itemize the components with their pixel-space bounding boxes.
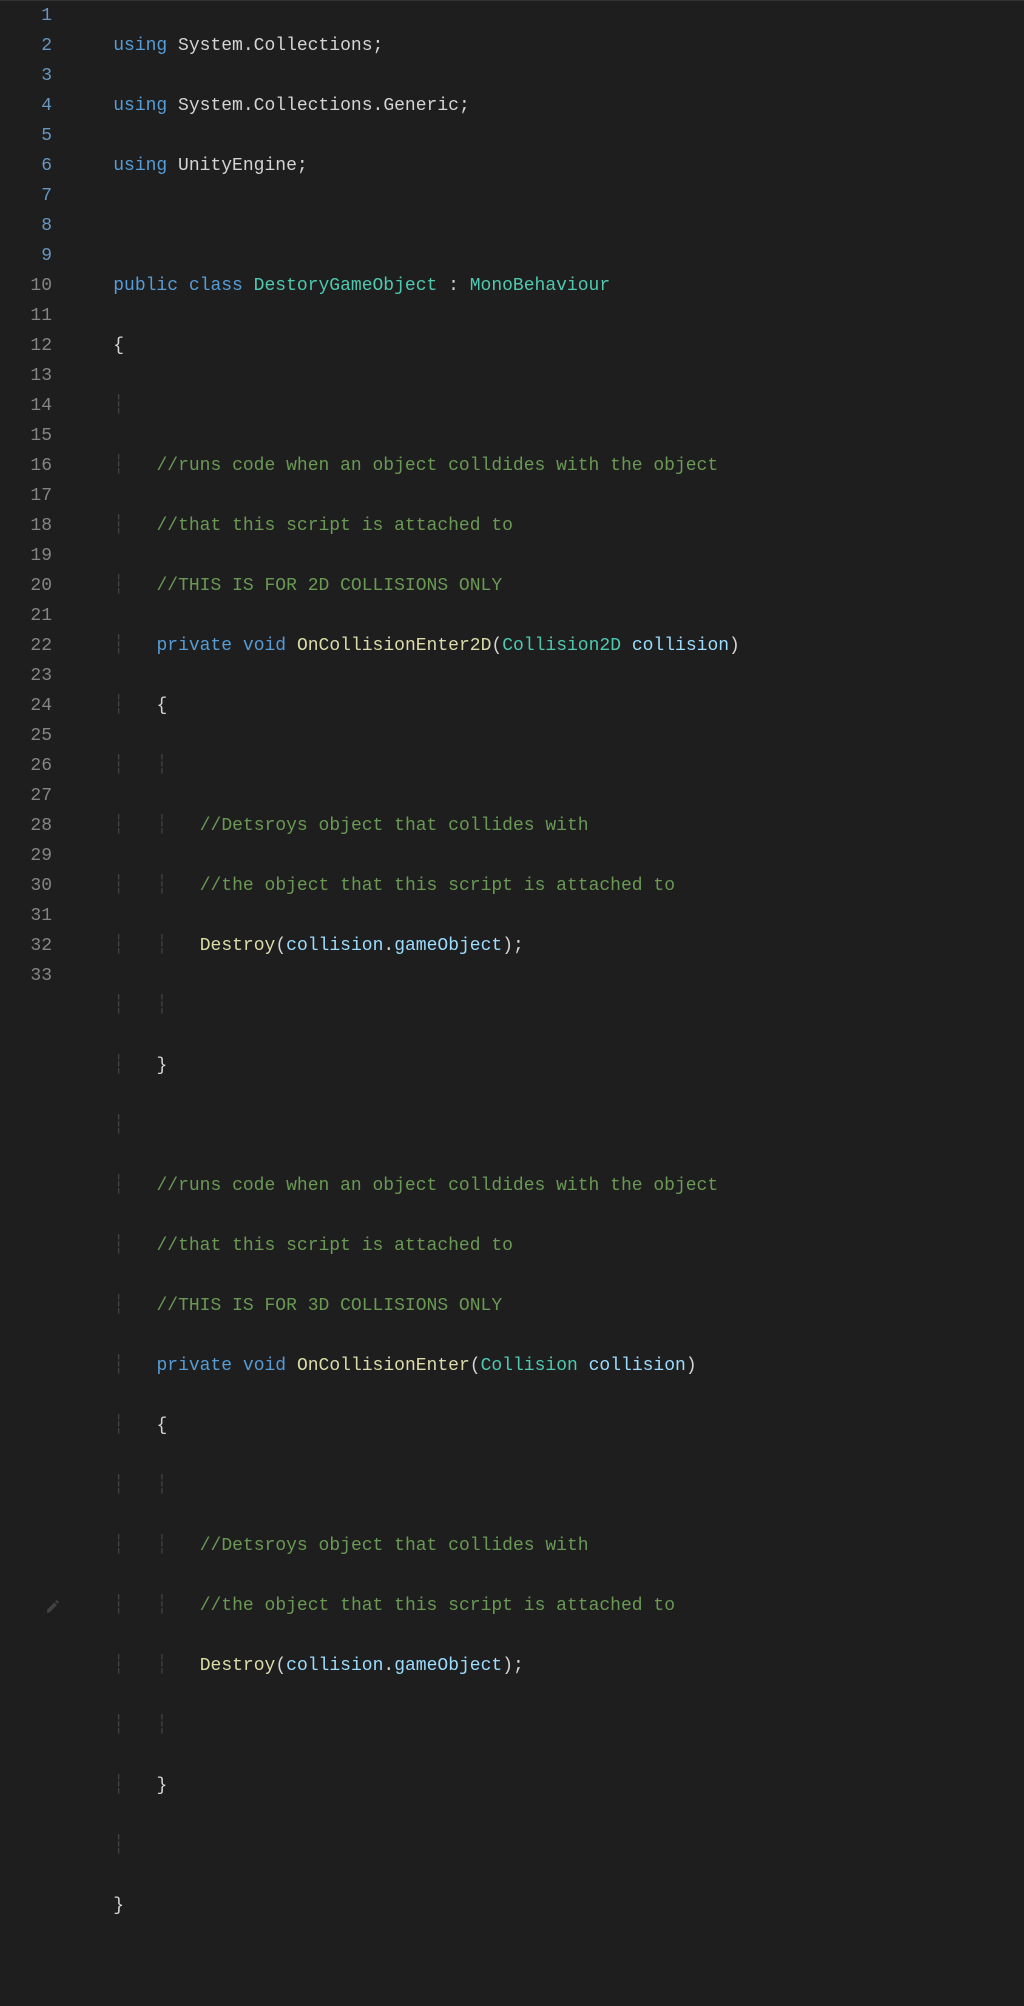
line-number: 12 <box>0 331 52 361</box>
line-number: 26 <box>0 751 52 781</box>
line-number: 5 <box>0 121 52 151</box>
code-line[interactable]: ┆ <box>70 1111 1024 1141</box>
code-line[interactable]: ┆ ┆ //Detsroys object that collides with <box>70 1531 1024 1561</box>
code-line[interactable]: ┆ ┆ //the object that this script is att… <box>70 871 1024 901</box>
code-line[interactable]: ┆ { <box>70 1411 1024 1441</box>
line-number: 7 <box>0 181 52 211</box>
code-line[interactable]: public class DestoryGameObject : MonoBeh… <box>70 271 1024 301</box>
code-line[interactable]: } <box>70 1891 1024 1921</box>
line-number: 15 <box>0 421 52 451</box>
line-number: 16 <box>0 451 52 481</box>
line-number: 31 <box>0 901 52 931</box>
code-editor[interactable]: 1 2 3 4 5 6 7 8 9 10 11 12 13 14 15 16 1… <box>0 0 1024 1004</box>
code-area[interactable]: using System.Collections; using System.C… <box>70 1 1024 1004</box>
pencil-icon <box>40 1591 66 1621</box>
code-line[interactable]: ┆ ┆ <box>70 1471 1024 1501</box>
line-number: 24 <box>0 691 52 721</box>
line-number-gutter: 1 2 3 4 5 6 7 8 9 10 11 12 13 14 15 16 1… <box>0 1 70 1004</box>
code-line[interactable]: ┆ private void OnCollisionEnter(Collisio… <box>70 1351 1024 1381</box>
line-number: 19 <box>0 541 52 571</box>
line-number: 25 <box>0 721 52 751</box>
code-line[interactable]: ┆ ┆ <box>70 751 1024 781</box>
code-line[interactable]: ┆ //runs code when an object colldides w… <box>70 1171 1024 1201</box>
line-number: 4 <box>0 91 52 121</box>
code-line[interactable] <box>70 1951 1024 1981</box>
line-number: 20 <box>0 571 52 601</box>
code-line[interactable]: ┆ //that this script is attached to <box>70 1231 1024 1261</box>
line-number: 14 <box>0 391 52 421</box>
line-number: 18 <box>0 511 52 541</box>
code-line[interactable]: ┆ ┆ //the object that this script is att… <box>70 1591 1024 1621</box>
line-number: 6 <box>0 151 52 181</box>
code-line[interactable]: ┆ private void OnCollisionEnter2D(Collis… <box>70 631 1024 661</box>
line-number: 33 <box>0 961 52 991</box>
line-number: 8 <box>0 211 52 241</box>
code-line[interactable]: ┆ ┆ Destroy(collision.gameObject); <box>70 931 1024 961</box>
code-line[interactable]: using System.Collections.Generic; <box>70 91 1024 121</box>
code-line[interactable]: ┆ //runs code when an object colldides w… <box>70 451 1024 481</box>
code-line[interactable]: ┆ ┆ <box>70 991 1024 1021</box>
code-line[interactable] <box>70 211 1024 241</box>
line-number: 13 <box>0 361 52 391</box>
code-line[interactable]: ┆ //THIS IS FOR 2D COLLISIONS ONLY <box>70 571 1024 601</box>
code-line[interactable]: ┆ <box>70 1831 1024 1861</box>
line-number: 29 <box>0 841 52 871</box>
code-line[interactable]: ┆ //THIS IS FOR 3D COLLISIONS ONLY <box>70 1291 1024 1321</box>
line-number: 30 <box>0 871 52 901</box>
code-line[interactable]: ┆ { <box>70 691 1024 721</box>
line-number: 2 <box>0 31 52 61</box>
code-line[interactable]: ┆ ┆ //Detsroys object that collides with <box>70 811 1024 841</box>
line-number: 28 <box>0 811 52 841</box>
line-number: 22 <box>0 631 52 661</box>
line-number: 9 <box>0 241 52 271</box>
line-number: 3 <box>0 61 52 91</box>
code-line[interactable]: ┆ } <box>70 1051 1024 1081</box>
line-number: 11 <box>0 301 52 331</box>
code-line[interactable]: using UnityEngine; <box>70 151 1024 181</box>
line-number: 23 <box>0 661 52 691</box>
code-line[interactable]: { <box>70 331 1024 361</box>
line-number: 1 <box>0 1 52 31</box>
code-line[interactable]: using System.Collections; <box>70 31 1024 61</box>
code-line[interactable]: ┆ ┆ <box>70 1711 1024 1741</box>
code-line[interactable]: ┆ ┆ Destroy(collision.gameObject); <box>70 1651 1024 1681</box>
code-line[interactable]: ┆ //that this script is attached to <box>70 511 1024 541</box>
line-number: 21 <box>0 601 52 631</box>
code-line[interactable]: ┆ <box>70 391 1024 421</box>
line-number: 17 <box>0 481 52 511</box>
line-number: 27 <box>0 781 52 811</box>
line-number: 10 <box>0 271 52 301</box>
line-number: 32 <box>0 931 52 961</box>
code-line[interactable]: ┆ } <box>70 1771 1024 1801</box>
